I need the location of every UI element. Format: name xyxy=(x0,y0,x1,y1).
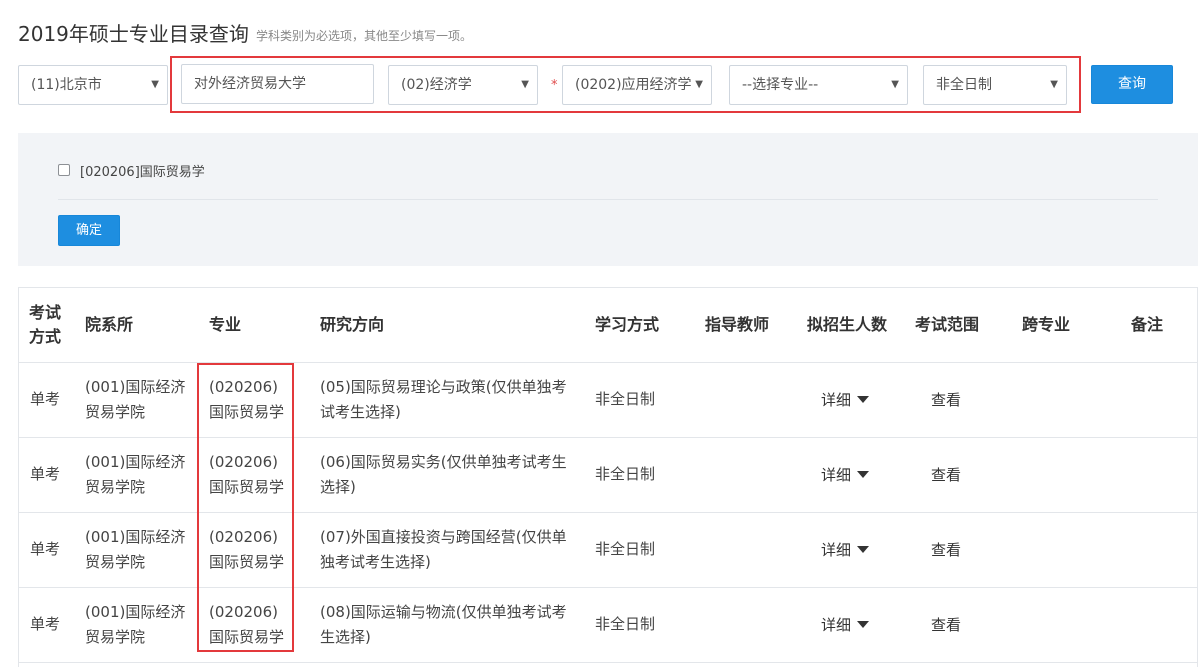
quota-detail-toggle[interactable]: 详细 xyxy=(821,539,870,560)
cell-exam: 单考 xyxy=(30,540,61,558)
cell-dept: (001)国际经济贸易学院 xyxy=(85,603,186,646)
cell-direction: (07)外国直接投资与跨国经营(仅供单独考试考生选择) xyxy=(320,528,567,571)
column-header-dept: 院系所 xyxy=(85,315,134,334)
cell-direction: (05)国际贸易理论与政策(仅供单独考试考生选择) xyxy=(320,378,567,421)
cell-mode: 非全日制 xyxy=(595,540,656,558)
quota-detail-toggle[interactable]: 详细 xyxy=(821,464,870,485)
panel-divider xyxy=(58,199,1158,200)
page-hint: 学科类别为必选项，其他至少填写一项。 xyxy=(256,29,473,43)
column-header-advisor: 指导教师 xyxy=(705,315,770,334)
highlight-frame-major-column xyxy=(197,363,294,652)
cell-exam: 单考 xyxy=(30,465,61,483)
column-header-scope: 考试范围 xyxy=(915,315,980,334)
major-checkbox-label[interactable]: [020206]国际贸易学 xyxy=(80,161,205,180)
confirm-button[interactable]: 确定 xyxy=(58,215,120,246)
school-input-value: 对外经济贸易大学 xyxy=(194,76,306,92)
cell-exam: 单考 xyxy=(30,615,61,633)
cell-dept: (001)国际经济贸易学院 xyxy=(85,453,186,496)
column-header-direction: 研究方向 xyxy=(320,315,385,334)
category-value: (02)经济学 xyxy=(401,77,472,93)
quota-detail-label: 详细 xyxy=(821,391,852,409)
province-value: (11)北京市 xyxy=(31,77,102,93)
chevron-down-icon: ▼ xyxy=(521,79,529,90)
major-checkbox[interactable] xyxy=(58,164,70,176)
header-divider xyxy=(18,362,1198,363)
cell-mode: 非全日制 xyxy=(595,390,656,408)
caret-down-icon xyxy=(857,546,870,553)
quota-detail-toggle[interactable]: 详细 xyxy=(821,614,870,635)
major-value: --选择专业-- xyxy=(742,77,819,93)
major-select[interactable]: --选择专业-- ▼ xyxy=(729,65,908,105)
column-header-exam: 考试方式 xyxy=(29,303,62,346)
column-header-mode: 学习方式 xyxy=(595,315,660,334)
column-header-cross: 跨专业 xyxy=(1022,315,1071,334)
row-divider xyxy=(18,662,1198,663)
caret-down-icon xyxy=(857,396,870,403)
query-button[interactable]: 查询 xyxy=(1091,65,1173,104)
cell-exam: 单考 xyxy=(30,390,61,408)
row-divider xyxy=(18,587,1198,588)
column-header-major: 专业 xyxy=(209,315,242,334)
study-mode-select[interactable]: 非全日制 ▼ xyxy=(923,65,1067,105)
category-select[interactable]: (02)经济学 ▼ xyxy=(388,65,538,105)
scope-view-link[interactable]: 查看 xyxy=(931,614,961,635)
row-divider xyxy=(18,437,1198,438)
study-mode-value: 非全日制 xyxy=(936,77,992,93)
discipline-select[interactable]: (0202)应用经济学 ▼ xyxy=(562,65,712,105)
province-select[interactable]: (11)北京市 ▼ xyxy=(18,65,168,105)
quota-detail-label: 详细 xyxy=(821,466,852,484)
caret-down-icon xyxy=(857,621,870,628)
cell-dept: (001)国际经济贸易学院 xyxy=(85,378,186,421)
column-header-note: 备注 xyxy=(1131,315,1164,334)
scope-view-link[interactable]: 查看 xyxy=(931,464,961,485)
caret-down-icon xyxy=(857,471,870,478)
quota-detail-label: 详细 xyxy=(821,541,852,559)
required-mark: * xyxy=(551,78,558,93)
cell-dept: (001)国际经济贸易学院 xyxy=(85,528,186,571)
scope-view-link[interactable]: 查看 xyxy=(931,389,961,410)
cell-direction: (06)国际贸易实务(仅供单独考试考生选择) xyxy=(320,453,567,496)
chevron-down-icon: ▼ xyxy=(891,79,899,90)
discipline-value: (0202)应用经济学 xyxy=(575,77,692,93)
page-title: 2019年硕士专业目录查询 xyxy=(18,22,249,46)
chevron-down-icon: ▼ xyxy=(695,79,703,90)
cell-direction: (08)国际运输与物流(仅供单独考试考生选择) xyxy=(320,603,567,646)
quota-detail-toggle[interactable]: 详细 xyxy=(821,389,870,410)
chevron-down-icon: ▼ xyxy=(151,79,159,90)
quota-detail-label: 详细 xyxy=(821,616,852,634)
school-input[interactable]: 对外经济贸易大学 xyxy=(181,64,374,104)
cell-mode: 非全日制 xyxy=(595,615,656,633)
chevron-down-icon: ▼ xyxy=(1050,79,1058,90)
scope-view-link[interactable]: 查看 xyxy=(931,539,961,560)
row-divider xyxy=(18,512,1198,513)
cell-mode: 非全日制 xyxy=(595,465,656,483)
column-header-quota: 拟招生人数 xyxy=(807,315,888,334)
